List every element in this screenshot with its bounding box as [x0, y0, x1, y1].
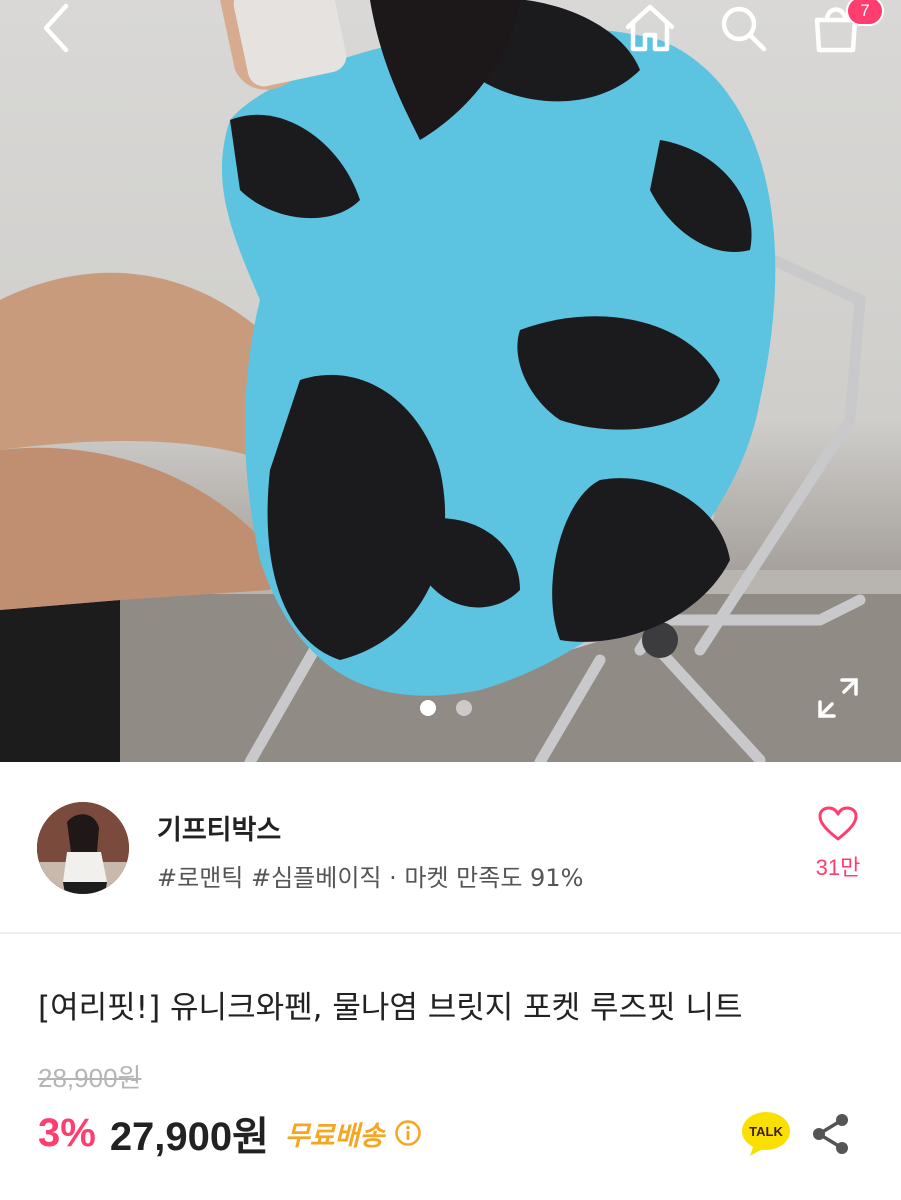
expand-button[interactable]: [816, 676, 860, 720]
product-title: [여리핏!] 유니크와펜, 물나염 브릿지 포켓 루즈핏 니트: [38, 990, 743, 1026]
original-price: 28,900원: [38, 1063, 142, 1093]
cart-count-badge: 7: [846, 0, 884, 26]
search-button[interactable]: [713, 0, 773, 56]
home-button[interactable]: [620, 0, 680, 56]
gallery-dot[interactable]: [456, 700, 472, 716]
shop-name[interactable]: 기프티박스: [157, 808, 281, 847]
info-icon[interactable]: [394, 1119, 422, 1147]
share-icon: [813, 1114, 848, 1154]
kakao-talk-button[interactable]: TALK: [740, 1110, 792, 1158]
sale-price: 27,900원: [109, 1115, 269, 1159]
shop-avatar-image: [37, 802, 129, 894]
talk-label: TALK: [749, 1124, 783, 1139]
shop-avatar[interactable]: [37, 802, 129, 894]
expand-icon: [818, 678, 858, 718]
back-button[interactable]: [26, 0, 86, 56]
discount-rate: 3%: [38, 1110, 96, 1155]
product-photo: [0, 0, 901, 762]
shop-info: 기프티박스 #로맨틱 #심플베이직 · 마켓 만족도 91% 31만: [0, 762, 901, 932]
share-button[interactable]: [810, 1112, 852, 1156]
product-image-gallery[interactable]: 7: [0, 0, 901, 762]
price-row: 3% 27,900원 무료배송: [38, 1108, 422, 1159]
search-icon: [721, 6, 767, 52]
home-icon: [625, 4, 675, 52]
shop-tags: #로맨틱 #심플베이직 · 마켓 만족도 91%: [157, 864, 584, 892]
like-count: 31만: [815, 855, 861, 880]
heart-icon: [818, 806, 858, 841]
back-arrow-icon: [43, 3, 69, 53]
free-shipping-label: 무료배송: [284, 1120, 385, 1152]
like-button[interactable]: 31만: [806, 806, 870, 896]
talk-icon: TALK: [742, 1112, 790, 1156]
gallery-pagination: [420, 700, 472, 716]
gallery-dot-active[interactable]: [420, 700, 436, 716]
section-divider: [0, 932, 901, 934]
